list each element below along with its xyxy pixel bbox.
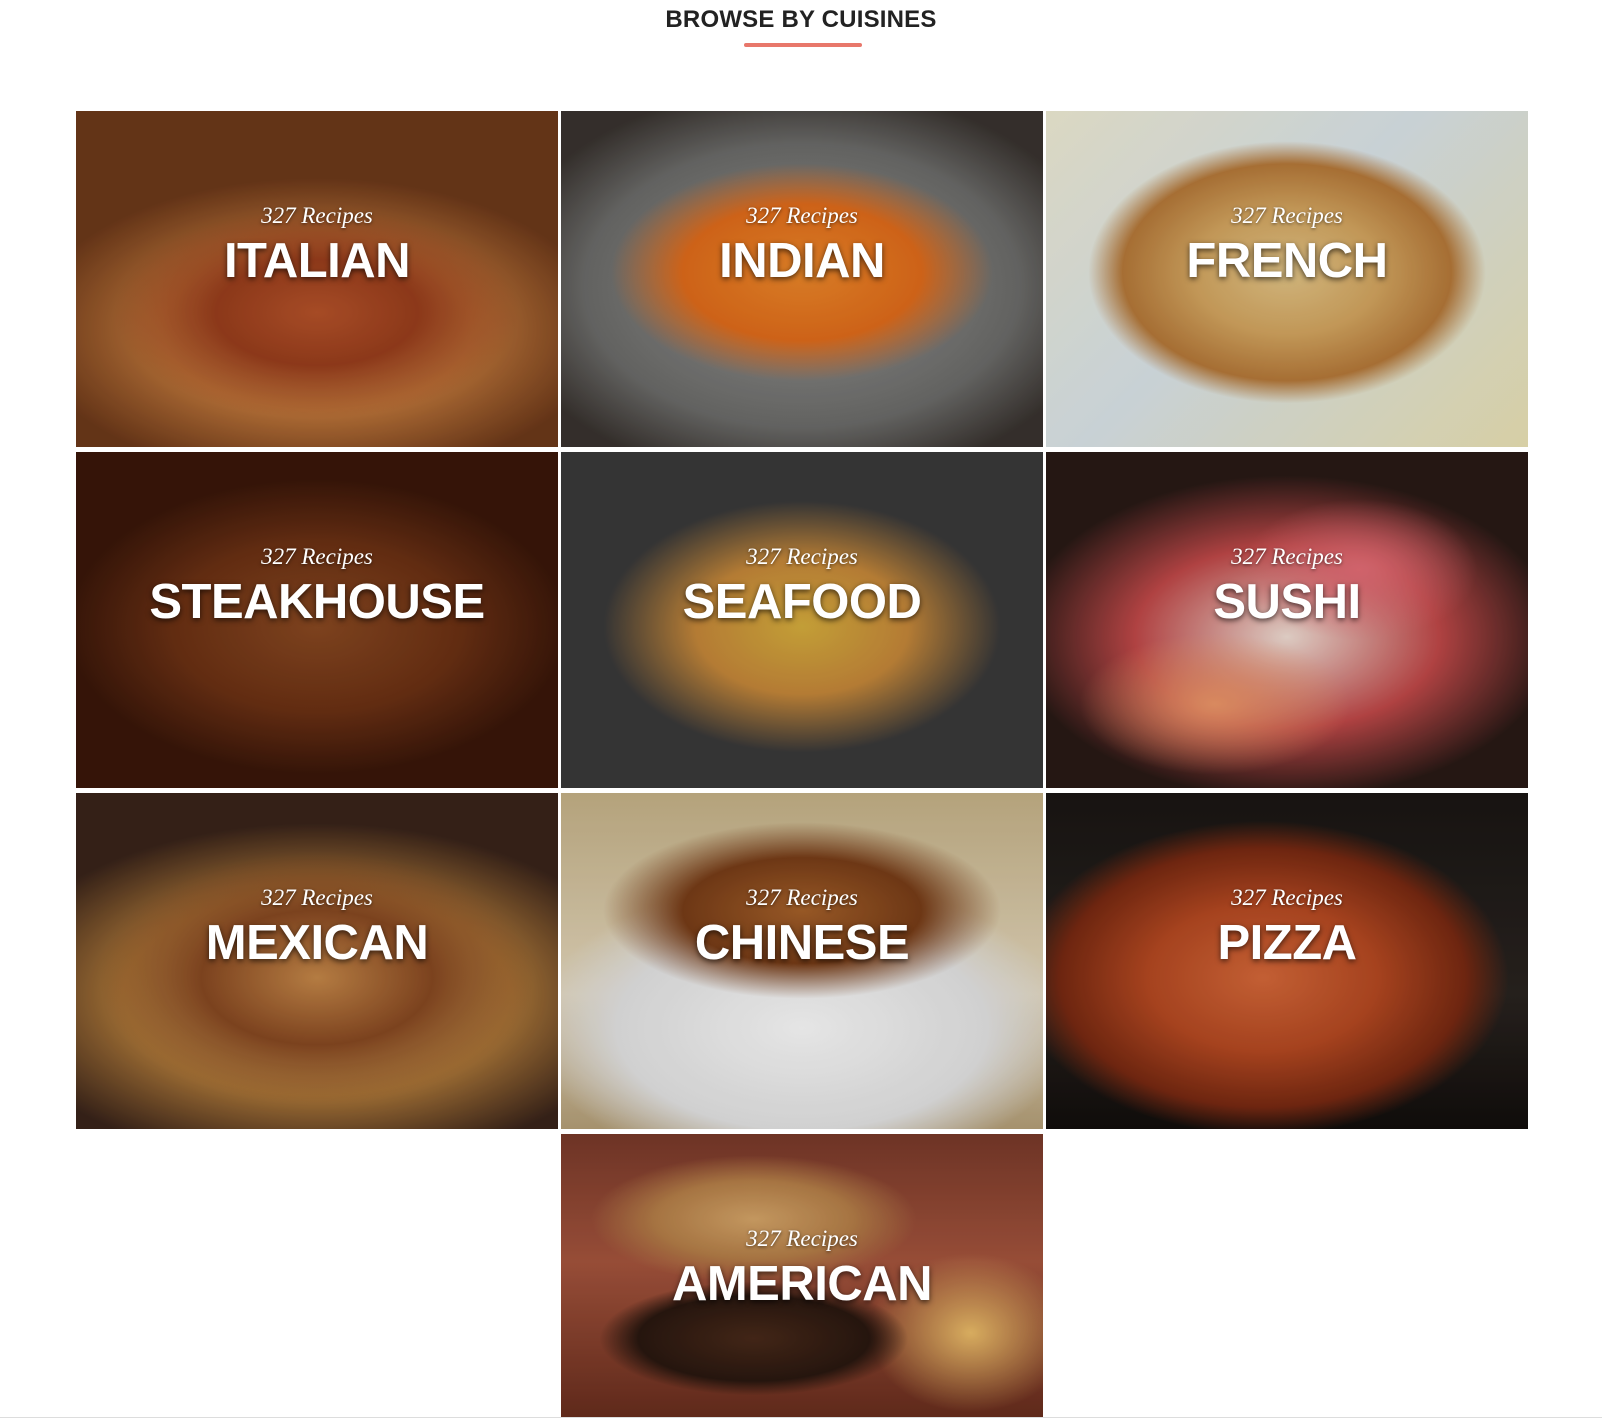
- cuisine-tile-pizza[interactable]: 327 Recipes PIZZA: [1046, 793, 1528, 1129]
- cuisine-tile-chinese[interactable]: 327 Recipes CHINESE: [561, 793, 1043, 1129]
- recipe-count: 327 Recipes: [261, 203, 373, 228]
- recipe-count: 327 Recipes: [746, 544, 858, 569]
- cuisine-name: AMERICAN: [671, 1257, 933, 1311]
- cuisine-name: MEXICAN: [205, 916, 429, 970]
- cuisine-tile-french[interactable]: 327 Recipes FRENCH: [1046, 111, 1528, 447]
- cuisine-tile-sushi[interactable]: 327 Recipes SUSHI: [1046, 452, 1528, 788]
- cuisine-tile-indian[interactable]: 327 Recipes INDIAN: [561, 111, 1043, 447]
- cuisine-grid: 327 Recipes ITALIAN 327 Recipes INDIAN 3…: [76, 111, 1529, 1418]
- cuisine-name: PIZZA: [1217, 916, 1357, 970]
- cuisine-name: STEAKHOUSE: [149, 575, 485, 629]
- cuisine-name: SUSHI: [1213, 575, 1361, 629]
- cuisine-name: CHINESE: [694, 916, 910, 970]
- recipe-count: 327 Recipes: [746, 1226, 858, 1251]
- cuisine-tile-american[interactable]: 327 Recipes AMERICAN: [561, 1134, 1043, 1418]
- recipe-count: 327 Recipes: [746, 885, 858, 910]
- section-title: BROWSE BY CUISINES: [665, 6, 937, 33]
- cuisine-tile-mexican[interactable]: 327 Recipes MEXICAN: [76, 793, 558, 1129]
- cuisine-name: INDIAN: [719, 234, 885, 288]
- recipe-count: 327 Recipes: [1231, 544, 1343, 569]
- cuisine-name: FRENCH: [1186, 234, 1388, 288]
- recipe-count: 327 Recipes: [746, 203, 858, 228]
- cuisine-tile-seafood[interactable]: 327 Recipes SEAFOOD: [561, 452, 1043, 788]
- recipe-count: 327 Recipes: [261, 544, 373, 569]
- cuisine-name: ITALIAN: [223, 234, 411, 288]
- recipe-count: 327 Recipes: [1231, 203, 1343, 228]
- recipe-count: 327 Recipes: [1231, 885, 1343, 910]
- title-underline: [744, 43, 862, 47]
- cuisine-tile-italian[interactable]: 327 Recipes ITALIAN: [76, 111, 558, 447]
- cuisine-name: SEAFOOD: [682, 575, 922, 629]
- recipe-count: 327 Recipes: [261, 885, 373, 910]
- cuisine-tile-steakhouse[interactable]: 327 Recipes STEAKHOUSE: [76, 452, 558, 788]
